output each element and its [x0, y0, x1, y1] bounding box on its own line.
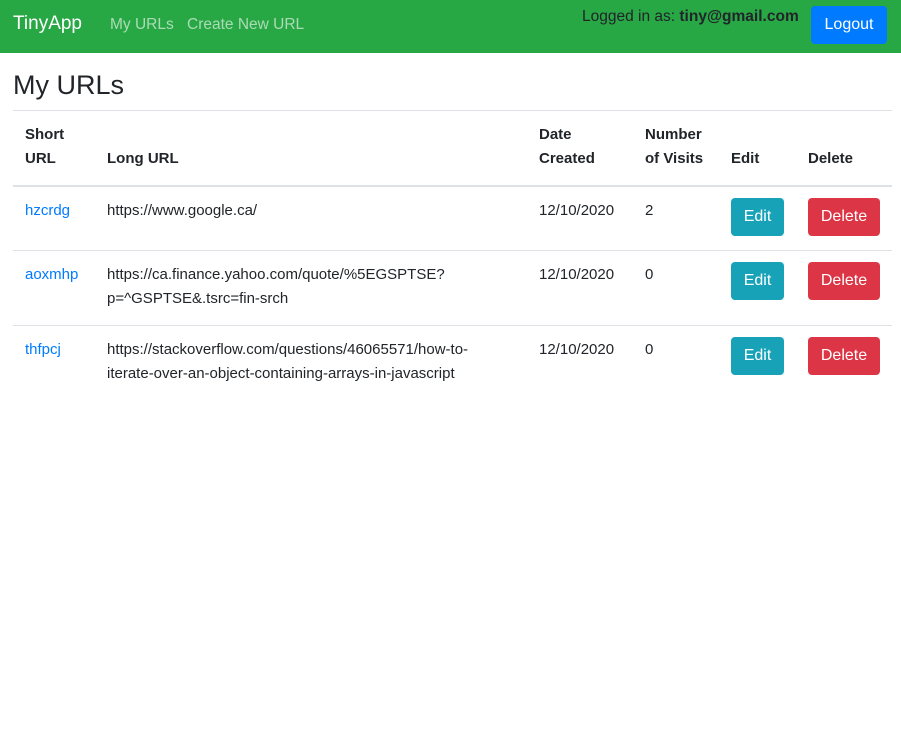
short-url-link[interactable]: aoxmhp: [25, 266, 78, 283]
visits-cell: 0: [645, 341, 654, 358]
delete-button[interactable]: Delete: [808, 337, 880, 375]
delete-button[interactable]: Delete: [808, 262, 880, 300]
header-delete: Delete: [796, 111, 892, 187]
edit-button[interactable]: Edit: [731, 198, 784, 236]
header-date-created: Date Created: [527, 111, 633, 187]
visits-cell: 0: [633, 250, 719, 326]
table-header-row: Short URL Long URL Date Created Number of V…: [13, 111, 892, 187]
login-prefix: Logged in as:: [582, 8, 680, 25]
visits-cell: 2: [633, 186, 719, 251]
login-status: Logged in as: tiny@gmail.com: [582, 8, 799, 26]
date-created-cell: 12/10/2020: [527, 250, 633, 326]
long-url-cell: https://www.google.ca/: [95, 186, 527, 251]
urls-table: Short URL Long URL Date Created Number of V…: [13, 111, 892, 400]
logout-button[interactable]: Logout: [811, 6, 887, 44]
header-short-url: Short URL: [13, 111, 95, 187]
user-email: tiny@gmail.com: [679, 8, 799, 25]
short-url-link[interactable]: hzcrdg: [25, 202, 70, 219]
header-long-url: Long URL: [95, 111, 527, 187]
long-url-cell: https://ca.finance.yahoo.com/quote/%5EGS…: [95, 250, 527, 326]
brand-link[interactable]: TinyApp: [13, 13, 82, 35]
edit-button[interactable]: Edit: [731, 337, 784, 375]
edit-button[interactable]: Edit: [731, 262, 784, 300]
nav-my-urls-link[interactable]: My URLs: [110, 16, 174, 34]
header-number-of-visits: Number of Visits: [633, 111, 719, 187]
page-title: My URLs: [13, 70, 125, 100]
long-url-cell: https://stackoverflow.com/questions/4606…: [107, 341, 469, 382]
date-created-cell: 12/10/2020: [539, 341, 615, 358]
delete-button[interactable]: Delete: [808, 198, 880, 236]
table-row: hzcrdg https://www.google.ca/ 12/10/2020…: [13, 186, 892, 251]
nav-create-new-url-link[interactable]: Create New URL: [187, 16, 304, 34]
header-edit: Edit: [719, 111, 796, 187]
date-created-cell: 12/10/2020: [527, 186, 633, 251]
short-url-link[interactable]: thfpcj: [25, 341, 61, 358]
navbar: TinyApp My URLs Create New URL Logged in…: [0, 0, 901, 53]
table-row: thfpcj https://stackoverflow.com/questio…: [13, 326, 892, 401]
table-row: aoxmhp https://ca.finance.yahoo.com/quot…: [13, 250, 892, 326]
